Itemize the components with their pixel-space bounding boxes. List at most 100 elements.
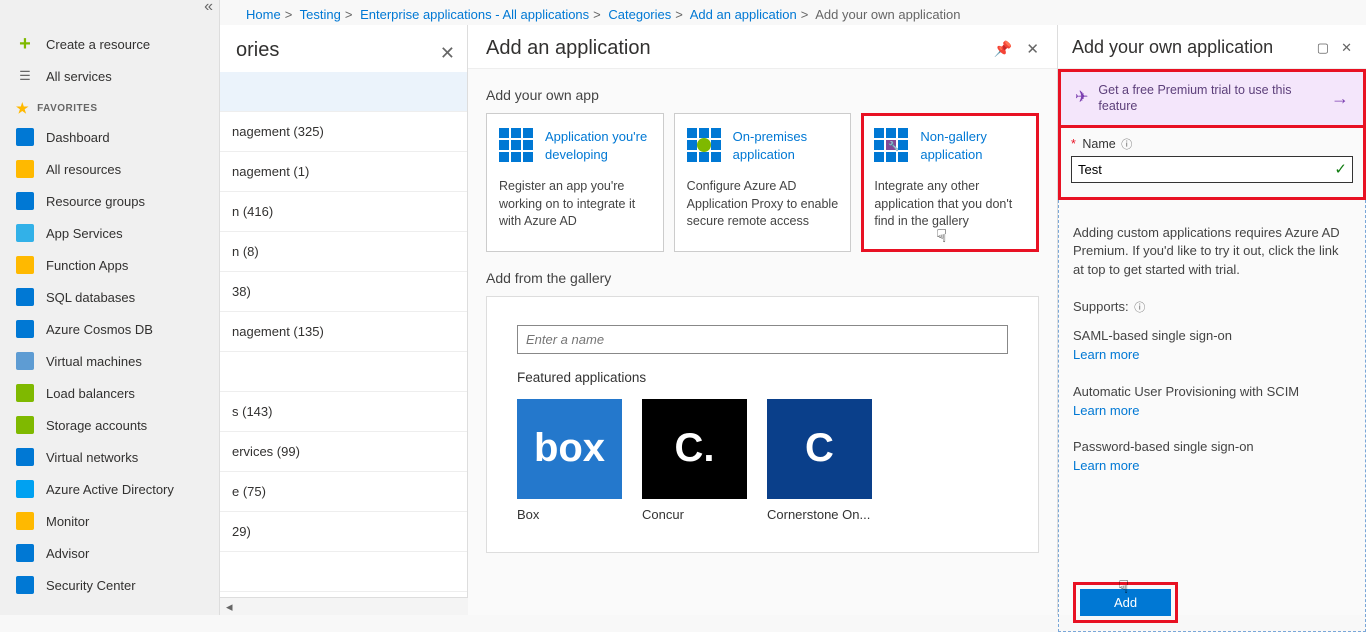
service-icon (16, 256, 34, 274)
sidebar-item-monitor[interactable]: Monitor (0, 505, 219, 537)
trial-banner[interactable]: ✈ Get a free Premium trial to use this f… (1058, 69, 1366, 125)
sidebar-item-azure-cosmos-db[interactable]: Azure Cosmos DB (0, 313, 219, 345)
tile-desc: Configure Azure AD Application Proxy to … (687, 178, 839, 231)
category-item[interactable] (220, 352, 467, 392)
category-item[interactable]: 29) (220, 512, 467, 552)
breadcrumb-testing[interactable]: Testing (300, 7, 341, 22)
sidebar-item-label: Virtual machines (46, 354, 142, 369)
arrow-right-icon[interactable]: → (1331, 87, 1349, 110)
close-icon[interactable]: ✕ (440, 43, 455, 64)
tile-on-premises[interactable]: On-premises application Configure Azure … (674, 113, 852, 252)
tiles-wrench-icon: 🔧 (874, 128, 910, 164)
category-item[interactable]: 38) (220, 272, 467, 312)
category-item[interactable]: e (75) (220, 472, 467, 512)
add-button[interactable]: Add (1080, 589, 1171, 616)
tile-link: On-premises application (733, 128, 839, 163)
sidebar-item-app-services[interactable]: App Services (0, 217, 219, 249)
supports-label: Supports: (1073, 299, 1129, 314)
service-icon (16, 480, 34, 498)
category-item[interactable] (220, 552, 467, 592)
sidebar-item-virtual-machines[interactable]: Virtual machines (0, 345, 219, 377)
name-input[interactable] (1071, 156, 1353, 183)
app-card-cornerstone-on-[interactable]: CCornerstone On... (767, 399, 872, 522)
pin-icon[interactable]: 📌 (994, 40, 1013, 58)
support-item: Automatic User Provisioning with SCIMLea… (1073, 383, 1351, 421)
category-item[interactable]: nagement (135) (220, 312, 467, 352)
support-text: Automatic User Provisioning with SCIM (1073, 383, 1351, 402)
close-icon[interactable]: ✕ (1341, 40, 1352, 56)
tile-desc: Register an app you're working on to int… (499, 178, 651, 231)
category-item[interactable]: s (143) (220, 392, 467, 432)
name-field-box: * Name ⓘ ✓ (1058, 125, 1366, 200)
service-icon (16, 576, 34, 594)
category-item[interactable]: n (416) (220, 192, 467, 232)
breadcrumb: Home> Testing> Enterprise applications -… (246, 7, 961, 22)
sidebar-all-services[interactable]: ☰ All services (0, 60, 219, 92)
breadcrumb-current: Add your own application (815, 7, 960, 22)
sidebar-item-label: Advisor (46, 546, 89, 561)
add-application-panel: Add an application 📌 ✕ Add your own app … (468, 25, 1058, 615)
sidebar-item-storage-accounts[interactable]: Storage accounts (0, 409, 219, 441)
sidebar-item-function-apps[interactable]: Function Apps (0, 249, 219, 281)
breadcrumb-add-app[interactable]: Add an application (690, 7, 797, 22)
app-logo: C. (642, 399, 747, 499)
info-icon[interactable]: ⓘ (1134, 302, 1145, 314)
sidebar-item-sql-databases[interactable]: SQL databases (0, 281, 219, 313)
tile-app-developing[interactable]: Application you're developing Register a… (486, 113, 664, 252)
category-item[interactable]: n (8) (220, 232, 467, 272)
sidebar-item-resource-groups[interactable]: Resource groups (0, 185, 219, 217)
tile-non-gallery[interactable]: 🔧 Non-gallery application Integrate any … (861, 113, 1039, 252)
sidebar-item-label: All resources (46, 162, 121, 177)
categories-title: ories (220, 25, 467, 72)
service-icon (16, 192, 34, 210)
app-card-concur[interactable]: C. Concur (642, 399, 747, 522)
service-icon (16, 384, 34, 402)
sidebar-create-resource[interactable]: + Create a resource (0, 28, 219, 60)
sidebar-item-advisor[interactable]: Advisor (0, 537, 219, 569)
sidebar-item-label: Azure Active Directory (46, 482, 174, 497)
category-item[interactable]: nagement (1) (220, 152, 467, 192)
app-card-box[interactable]: boxBox (517, 399, 622, 522)
category-item[interactable]: ervices (99) (220, 432, 467, 472)
service-icon (16, 512, 34, 530)
service-icon (16, 448, 34, 466)
support-item: Password-based single sign-onLearn more (1073, 438, 1351, 476)
list-icon: ☰ (16, 67, 34, 85)
sidebar-item-security-center[interactable]: Security Center (0, 569, 219, 601)
name-label: Name (1082, 137, 1115, 151)
category-item[interactable]: nagement (325) (220, 112, 467, 152)
restore-icon[interactable]: ▢ (1317, 40, 1329, 56)
sidebar-item-label: Dashboard (46, 130, 110, 145)
plus-icon: + (16, 35, 34, 53)
sidebar-create-label: Create a resource (46, 37, 150, 52)
sidebar-item-label: Virtual networks (46, 450, 138, 465)
gallery-search-input[interactable] (517, 325, 1008, 354)
close-icon[interactable]: ✕ (1026, 40, 1039, 58)
app-label: Box (517, 507, 622, 522)
sidebar-item-label: SQL databases (46, 290, 135, 305)
sidebar-item-label: Monitor (46, 514, 89, 529)
sidebar-item-load-balancers[interactable]: Load balancers (0, 377, 219, 409)
sidebar-all-services-label: All services (46, 69, 112, 84)
service-icon (16, 320, 34, 338)
required-asterisk: * (1071, 137, 1076, 151)
info-icon[interactable]: ⓘ (1121, 139, 1132, 151)
app-label: Concur (642, 507, 747, 522)
breadcrumb-home[interactable]: Home (246, 7, 281, 22)
breadcrumb-enterprise-apps[interactable]: Enterprise applications - All applicatio… (360, 7, 589, 22)
sidebar-item-all-resources[interactable]: All resources (0, 153, 219, 185)
category-item[interactable] (220, 72, 467, 112)
learn-more-link[interactable]: Learn more (1073, 346, 1351, 365)
sidebar-item-azure-active-directory[interactable]: Azure Active Directory (0, 473, 219, 505)
categories-hscroll[interactable]: ◂ (220, 597, 468, 615)
breadcrumb-categories[interactable]: Categories (608, 7, 671, 22)
scroll-left-icon[interactable]: ◂ (226, 599, 233, 615)
learn-more-link[interactable]: Learn more (1073, 402, 1351, 421)
support-text: SAML-based single sign-on (1073, 327, 1351, 346)
trial-text: Get a free Premium trial to use this fea… (1098, 82, 1321, 115)
sidebar-item-virtual-networks[interactable]: Virtual networks (0, 441, 219, 473)
sidebar-collapse-icon[interactable]: « (204, 0, 213, 16)
sidebar-item-dashboard[interactable]: Dashboard (0, 121, 219, 153)
learn-more-link[interactable]: Learn more (1073, 457, 1351, 476)
support-text: Password-based single sign-on (1073, 438, 1351, 457)
